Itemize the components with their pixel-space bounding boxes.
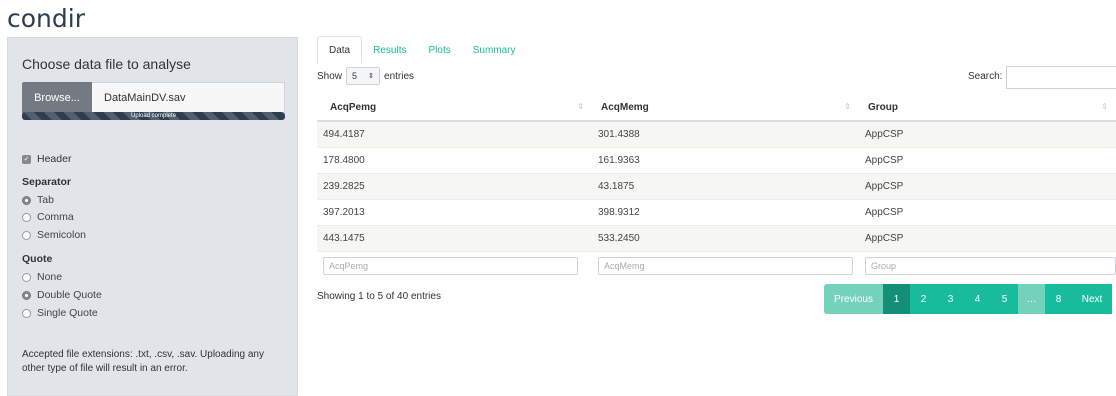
page-ellipsis: … xyxy=(1018,284,1045,314)
table-cell: 443.1475 xyxy=(323,233,365,244)
header-label: Header xyxy=(37,153,72,165)
page-button-8[interactable]: 8 xyxy=(1045,284,1072,314)
quote-option-single[interactable]: Single Quote xyxy=(22,307,98,319)
separator-option-tab[interactable]: Tab xyxy=(22,194,54,206)
search-label: Search: xyxy=(968,71,1003,82)
search-input[interactable] xyxy=(1006,66,1116,89)
column-header-label: AcqMemg xyxy=(601,101,649,113)
table-row: 178.4800 161.9363 AppCSP xyxy=(317,148,1116,174)
main-tabs: Data Results Plots Summary xyxy=(317,36,527,64)
column-header-acqpemg[interactable]: AcqPemg ⇕ xyxy=(317,93,592,121)
entries-value: 5 xyxy=(352,71,358,81)
table-cell: AppCSP xyxy=(865,207,904,218)
tab-plots[interactable]: Plots xyxy=(417,36,461,64)
radio-icon[interactable] xyxy=(22,308,31,318)
column-header-group[interactable]: Group ⇕ xyxy=(859,93,1116,121)
tab-summary[interactable]: Summary xyxy=(462,36,527,64)
table-cell: AppCSP xyxy=(865,129,904,140)
length-menu: Show 5 ⇕ entries xyxy=(317,67,414,85)
radio-icon[interactable] xyxy=(22,272,31,282)
page-button-2[interactable]: 2 xyxy=(910,284,937,314)
radio-label: None xyxy=(37,271,63,283)
table-cell: 161.9363 xyxy=(598,155,640,166)
browse-button[interactable]: Browse... xyxy=(22,82,92,114)
pagination: Previous 1 2 3 4 5 … 8 Next xyxy=(824,284,1112,314)
table-cell: 239.2825 xyxy=(323,181,365,192)
entries-label: entries xyxy=(384,70,415,82)
quote-option-double[interactable]: Double Quote xyxy=(22,289,102,301)
sidebar-panel: Choose data file to analyse Browse... Da… xyxy=(7,37,298,396)
sidebar-title: Choose data file to analyse xyxy=(22,56,191,72)
file-name-field: DataMainDV.sav xyxy=(92,82,285,114)
radio-label: Single Quote xyxy=(37,307,98,319)
tab-results[interactable]: Results xyxy=(362,36,417,64)
filter-input-group[interactable]: Group xyxy=(865,257,1116,275)
table-cell: 178.4800 xyxy=(323,155,365,166)
radio-label: Comma xyxy=(37,211,74,223)
page-button-3[interactable]: 3 xyxy=(937,284,964,314)
separator-label: Separator xyxy=(22,176,72,188)
page-button-1[interactable]: 1 xyxy=(883,284,910,314)
upload-progress-bar: Upload complete xyxy=(22,112,285,120)
table-cell: 43.1875 xyxy=(598,181,635,192)
next-page-button[interactable]: Next xyxy=(1072,284,1112,314)
select-arrows-icon: ⇕ xyxy=(368,73,375,80)
sort-icon: ⇕ xyxy=(577,102,584,111)
radio-icon[interactable] xyxy=(22,195,31,205)
data-table: AcqPemg ⇕ AcqMemg ⇕ Group ⇕ 494.4187 301… xyxy=(317,94,1116,280)
table-cell: AppCSP xyxy=(865,155,904,166)
radio-icon[interactable] xyxy=(22,230,31,240)
radio-label: Semicolon xyxy=(37,229,87,241)
separator-option-semicolon[interactable]: Semicolon xyxy=(22,229,86,241)
radio-label: Double Quote xyxy=(37,289,102,301)
table-row: 397.2013 398.9312 AppCSP xyxy=(317,200,1116,226)
filter-input-acqmemg[interactable]: AcqMemg xyxy=(598,257,853,275)
previous-page-button[interactable]: Previous xyxy=(824,284,883,314)
page-button-4[interactable]: 4 xyxy=(964,284,991,314)
column-header-label: AcqPemg xyxy=(330,101,377,113)
column-header-label: Group xyxy=(868,101,898,113)
page-button-5[interactable]: 5 xyxy=(991,284,1018,314)
quote-label: Quote xyxy=(22,253,53,265)
table-row: 239.2825 43.1875 AppCSP xyxy=(317,174,1116,200)
table-row: 494.4187 301.4388 AppCSP xyxy=(317,122,1116,148)
table-header: AcqPemg ⇕ AcqMemg ⇕ Group ⇕ xyxy=(317,94,1116,122)
radio-icon[interactable] xyxy=(22,212,31,222)
radio-label: Tab xyxy=(37,194,54,206)
filter-input-acqpemg[interactable]: AcqPemg xyxy=(323,257,578,275)
table-cell: 533.2450 xyxy=(598,233,640,244)
tab-data[interactable]: Data xyxy=(317,36,363,64)
app-title: condir xyxy=(7,4,85,33)
header-checkbox-row[interactable]: ✓ Header xyxy=(22,153,71,165)
table-cell: 397.2013 xyxy=(323,207,365,218)
sort-icon: ⇕ xyxy=(844,102,851,111)
sort-icon: ⇕ xyxy=(1101,102,1108,111)
table-row: 443.1475 533.2450 AppCSP xyxy=(317,226,1116,252)
header-checkbox[interactable]: ✓ xyxy=(22,154,31,164)
file-input[interactable]: Browse... DataMainDV.sav xyxy=(22,82,285,114)
table-cell: 398.9312 xyxy=(598,207,640,218)
table-cell: AppCSP xyxy=(865,233,904,244)
table-info: Showing 1 to 5 of 40 entries xyxy=(317,291,441,302)
separator-option-comma[interactable]: Comma xyxy=(22,211,74,223)
table-cell: 494.4187 xyxy=(323,129,365,140)
show-label: Show xyxy=(317,70,343,82)
quote-option-none[interactable]: None xyxy=(22,271,62,283)
entries-select[interactable]: 5 ⇕ xyxy=(346,67,381,85)
table-cell: 301.4388 xyxy=(598,129,640,140)
file-extensions-note: Accepted file extensions: .txt, .csv, .s… xyxy=(22,349,264,374)
radio-icon[interactable] xyxy=(22,290,31,300)
column-filters: AcqPemg AcqMemg Group xyxy=(317,252,1116,280)
column-header-acqmemg[interactable]: AcqMemg ⇕ xyxy=(592,93,859,121)
table-cell: AppCSP xyxy=(865,181,904,192)
